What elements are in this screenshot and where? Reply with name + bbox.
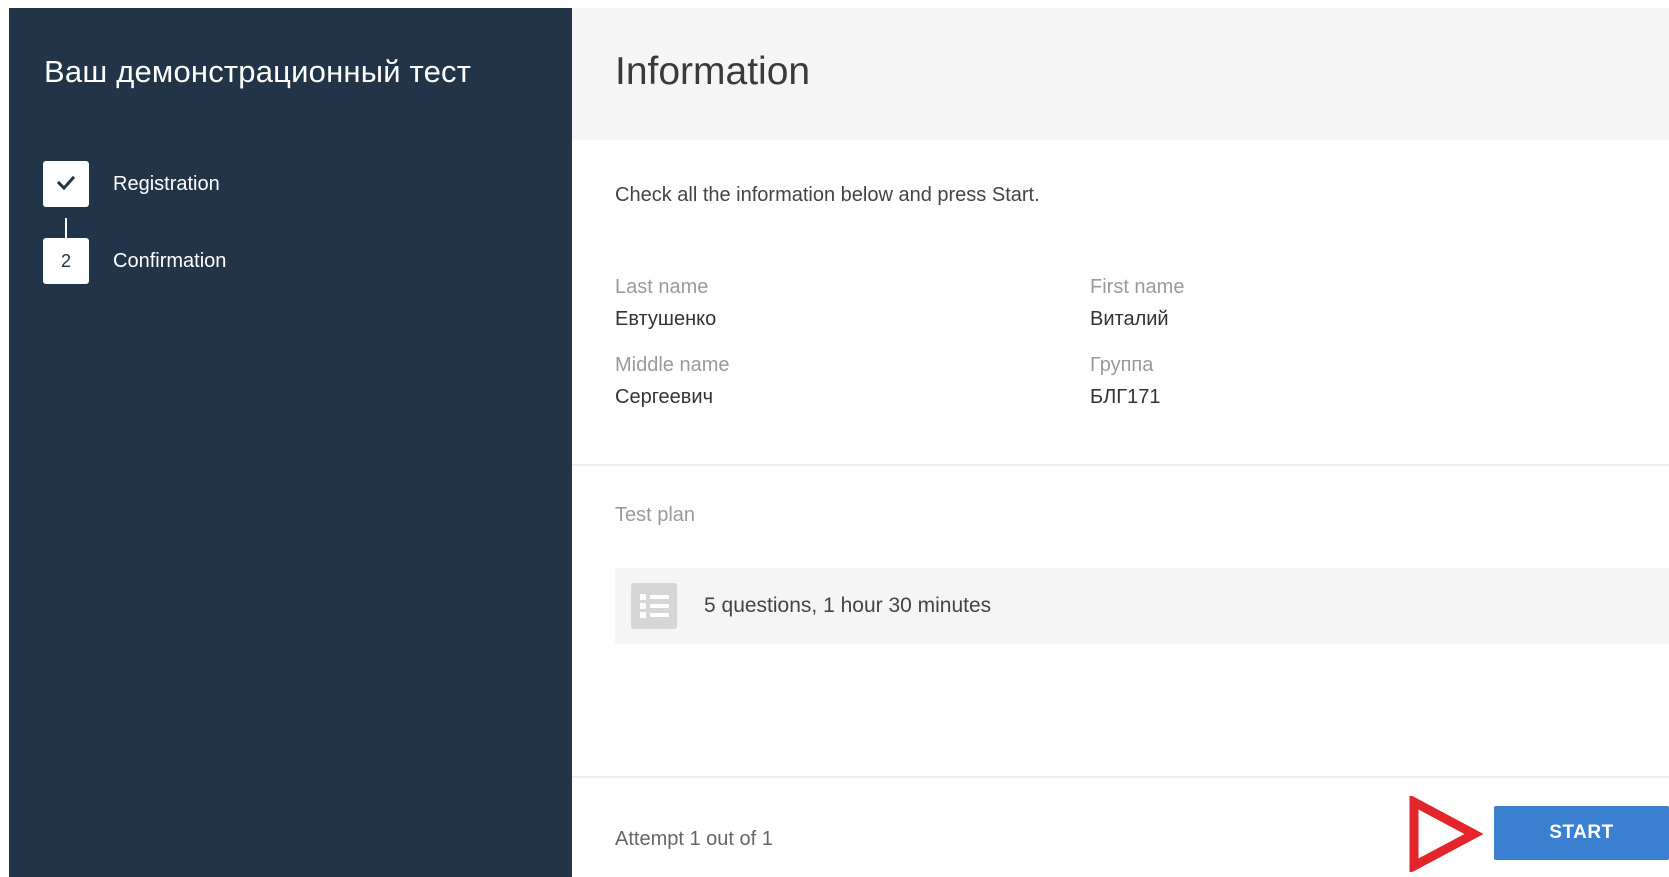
step-registration-badge — [43, 161, 89, 207]
list-icon — [631, 583, 677, 629]
attempt-counter: Attempt 1 out of 1 — [615, 828, 773, 850]
group-label: Группа — [1090, 354, 1154, 376]
test-title: Ваш демонстрационный тест — [44, 54, 472, 89]
step-number: 2 — [60, 250, 71, 271]
group-value: БЛГ171 — [1090, 386, 1161, 408]
start-button[interactable]: START — [1494, 806, 1669, 860]
page-header: Information — [572, 8, 1669, 140]
first-name-value: Виталий — [1090, 308, 1169, 330]
last-name-label: Last name — [615, 276, 709, 298]
middle-name-label: Middle name — [615, 354, 730, 376]
test-plan-text: 5 questions, 1 hour 30 minutes — [704, 594, 992, 617]
sidebar: Ваш демонстрационный тест Registration 2… — [9, 8, 572, 877]
check-icon — [56, 174, 76, 195]
test-plan-label: Test plan — [615, 504, 696, 526]
test-plan-summary: 5 questions, 1 hour 30 minutes — [615, 568, 1669, 644]
step-confirmation-badge: 2 — [43, 238, 89, 284]
step-confirmation[interactable]: 2 Confirmation — [43, 238, 226, 284]
step-confirmation-label: Confirmation — [113, 249, 227, 272]
last-name-value: Евтушенко — [615, 308, 717, 330]
app-window: Ваш демонстрационный тест Registration 2… — [0, 0, 1669, 877]
instructions-text: Check all the information below and pres… — [615, 184, 1040, 206]
section-divider — [572, 464, 1669, 466]
first-name-label: First name — [1090, 276, 1185, 298]
play-arrow-icon — [1408, 794, 1484, 877]
step-registration-label: Registration — [113, 172, 220, 195]
middle-name-value: Сергеевич — [615, 386, 714, 408]
main-panel: Information Check all the information be… — [572, 8, 1669, 877]
footer-divider — [572, 776, 1669, 778]
step-registration[interactable]: Registration — [43, 161, 220, 207]
page-title: Information — [615, 50, 811, 93]
